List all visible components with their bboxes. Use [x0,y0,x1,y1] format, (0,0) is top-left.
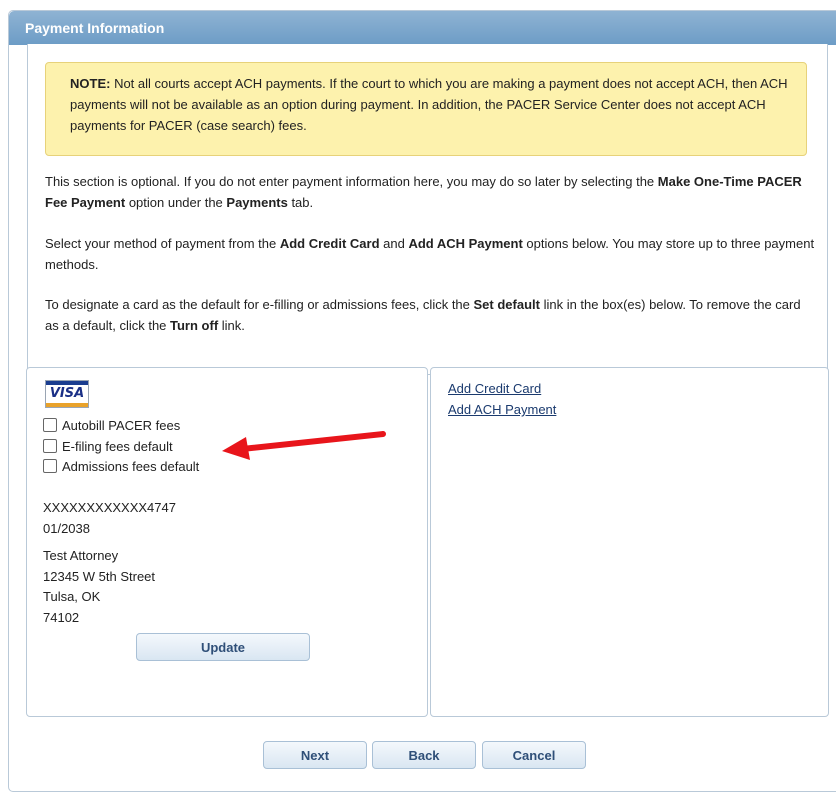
autobill-checkbox-row[interactable]: Autobill PACER fees [43,416,180,436]
p2-bold-add-ach: Add ACH Payment [408,236,523,251]
visa-logo: VISA [45,380,89,408]
stored-card-box: VISA Autobill PACER fees E-filing fees d… [26,367,428,717]
panel-title: Payment Information [9,11,836,45]
efiling-default-label: E-filing fees default [62,439,173,454]
p3-bold-set-default: Set default [473,297,540,312]
billing-zip: 74102 [43,610,80,625]
p3-bold-turn-off: Turn off [170,318,219,333]
update-button[interactable]: Update [136,633,310,661]
billing-city-state: Tulsa, OK [43,589,101,604]
admissions-default-checkbox-row[interactable]: Admissions fees default [43,457,199,477]
next-button[interactable]: Next [263,741,367,769]
p2-text-a: Select your method of payment from the [45,236,280,251]
ach-note: NOTE: Not all courts accept ACH payments… [45,62,807,156]
note-text: Not all courts accept ACH payments. If t… [70,76,788,133]
red-arrow-annotation [222,431,386,460]
optional-paragraph: This section is optional. If you do not … [45,171,815,213]
method-paragraph: Select your method of payment from the A… [45,233,815,275]
add-payment-box: Add Credit Card Add ACH Payment [430,367,829,717]
add-credit-card-link[interactable]: Add Credit Card [448,380,541,398]
p2-bold-add-card: Add Credit Card [279,236,380,251]
admissions-default-label: Admissions fees default [62,459,200,474]
cardholder-name: Test Attorney [43,548,119,563]
add-ach-payment-link[interactable]: Add ACH Payment [448,401,556,419]
autobill-checkbox[interactable] [43,418,57,432]
card-expiry: 01/2038 [43,521,90,536]
p1-text-c: option under the [125,195,227,210]
visa-logo-text: VISA [49,386,85,401]
arrow-head [222,437,250,460]
p1-bold-payments: Payments [226,195,288,210]
p2-text-c: and [379,236,409,251]
cancel-button[interactable]: Cancel [482,741,586,769]
info-section: NOTE: Not all courts accept ACH payments… [27,44,828,375]
autobill-label: Autobill PACER fees [62,418,181,433]
arrow-shaft [239,431,386,452]
p1-text-a: This section is optional. If you do not … [45,174,658,189]
p1-text-e: tab. [287,195,314,210]
efiling-default-checkbox-row[interactable]: E-filing fees default [43,437,173,457]
card-number: XXXXXXXXXXXX4747 [43,500,176,515]
billing-street: 12345 W 5th Street [43,569,156,584]
note-label: NOTE: [70,76,111,91]
p3-text-a: To designate a card as the default for e… [45,297,474,312]
back-button[interactable]: Back [372,741,476,769]
admissions-default-checkbox[interactable] [43,459,57,473]
p3-text-e: link. [218,318,245,333]
efiling-default-checkbox[interactable] [43,439,57,453]
default-paragraph: To designate a card as the default for e… [45,294,815,336]
